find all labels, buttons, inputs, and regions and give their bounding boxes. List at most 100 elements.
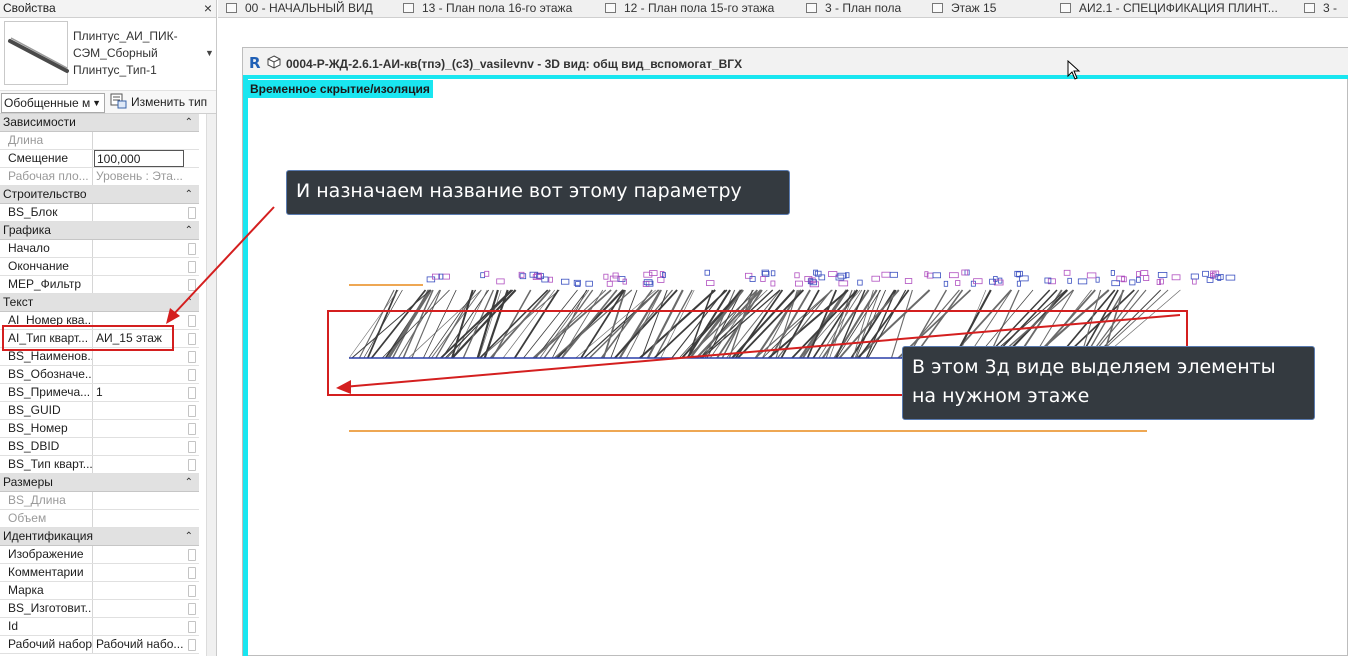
- element-tag-mark: [1190, 273, 1199, 280]
- tab-more[interactable]: 3 -: [1304, 0, 1337, 17]
- property-value[interactable]: [94, 564, 184, 581]
- element-tag-mark: [857, 279, 863, 286]
- property-value[interactable]: Рабочий набо...: [94, 636, 184, 653]
- property-row[interactable]: Id: [0, 618, 199, 636]
- model-element-line: [554, 289, 633, 359]
- arrow-to-parameter: [166, 206, 275, 324]
- view-title-bar[interactable]: R 0004-Р-ЖД-2.6.1-АИ-кв(тпэ)_(с3)_vasile…: [243, 48, 1348, 79]
- element-tag-mark: [496, 278, 505, 285]
- property-value[interactable]: [94, 456, 184, 473]
- associate-parameter-button[interactable]: [188, 423, 196, 435]
- view-tab-bar: 00 - НАЧАЛЬНЫЙ ВИД 13 - План пола 16-го …: [218, 0, 1348, 18]
- element-tag-mark: [889, 271, 898, 278]
- property-row[interactable]: Объем: [0, 510, 199, 528]
- associate-parameter-button[interactable]: [188, 459, 196, 471]
- associate-parameter-button[interactable]: [188, 585, 196, 597]
- property-value[interactable]: [94, 546, 184, 563]
- collapse-icon[interactable]: ⌃: [185, 474, 193, 491]
- collapse-icon[interactable]: ⌃: [185, 528, 193, 545]
- schedule-icon: [1060, 3, 1071, 13]
- tab-floor-15[interactable]: Этаж 15: [932, 0, 996, 17]
- property-value: [94, 492, 184, 509]
- property-value[interactable]: [94, 438, 184, 455]
- element-tag-mark: [1095, 276, 1100, 283]
- element-tag-mark: [871, 275, 880, 282]
- property-value[interactable]: [94, 582, 184, 599]
- element-tag-mark: [1136, 276, 1141, 283]
- element-tag-mark: [606, 280, 613, 287]
- model-element-line: [654, 289, 693, 359]
- property-row[interactable]: BS_Тип кварт...: [0, 456, 199, 474]
- property-row[interactable]: BS_Примеча... 1: [0, 384, 199, 402]
- element-tag-mark: [998, 277, 1003, 284]
- property-value[interactable]: [94, 618, 184, 635]
- element-tag-mark: [932, 272, 941, 279]
- associate-parameter-button[interactable]: [188, 369, 196, 381]
- model-element-line: [821, 289, 870, 359]
- property-row[interactable]: BS_Длина: [0, 492, 199, 510]
- property-name: BS_Обозначе...: [0, 366, 93, 383]
- property-group-header[interactable]: Размеры ⌃: [0, 474, 199, 492]
- property-name: Рабочий набор: [0, 636, 93, 653]
- tab-label: АИ2.1 - СПЕЦИФИКАЦИЯ ПЛИНТ...: [1079, 1, 1278, 15]
- element-tag-mark: [541, 276, 549, 283]
- element-tag-mark: [744, 272, 753, 279]
- associate-parameter-button[interactable]: [188, 351, 196, 363]
- element-tag-mark: [881, 271, 891, 278]
- tab-schedule[interactable]: АИ2.1 - СПЕЦИФИКАЦИЯ ПЛИНТ...: [1060, 0, 1278, 17]
- element-tag-mark: [1192, 278, 1197, 285]
- element-tag-mark: [643, 279, 653, 286]
- element-tag-mark: [603, 273, 609, 280]
- property-row[interactable]: Рабочий набор Рабочий набо...: [0, 636, 199, 654]
- element-tag-mark: [704, 269, 710, 276]
- associate-parameter-button[interactable]: [188, 405, 196, 417]
- model-element-line: [695, 289, 768, 359]
- plan-icon: [806, 3, 817, 13]
- associate-parameter-button[interactable]: [188, 603, 196, 615]
- property-row[interactable]: Марка: [0, 582, 199, 600]
- element-tag-mark: [643, 271, 653, 278]
- element-tag-mark: [904, 278, 913, 284]
- property-row[interactable]: BS_DBID: [0, 438, 199, 456]
- associate-parameter-button[interactable]: [188, 567, 196, 579]
- property-value[interactable]: 1: [94, 384, 184, 401]
- element-tag-mark: [762, 270, 770, 277]
- element-tag-mark: [560, 278, 570, 285]
- property-row[interactable]: BS_GUID: [0, 402, 199, 420]
- tab-floor-plan-15[interactable]: 12 - План пола 15-го этажа: [605, 0, 774, 17]
- element-tag-mark: [706, 280, 715, 287]
- property-name: Комментарии: [0, 564, 93, 581]
- associate-parameter-button[interactable]: [188, 441, 196, 453]
- element-tag-mark: [1225, 274, 1236, 281]
- callout-line-1: В этом 3д виде выделяем элементы: [912, 356, 1276, 378]
- associate-parameter-button[interactable]: [188, 387, 196, 399]
- property-group-header[interactable]: Идентификация ⌃: [0, 528, 199, 546]
- associate-parameter-button[interactable]: [188, 639, 196, 651]
- property-row[interactable]: Комментарии: [0, 564, 199, 582]
- element-tag-mark: [795, 280, 803, 287]
- callout-assign-parameter: И назначаем название вот этому параметру: [286, 170, 790, 215]
- element-tag-mark: [838, 280, 849, 287]
- property-name: Изображение: [0, 546, 93, 563]
- tab-floor-plan-16[interactable]: 13 - План пола 16-го этажа: [403, 0, 572, 17]
- property-row[interactable]: Изображение: [0, 546, 199, 564]
- property-value[interactable]: [94, 366, 184, 383]
- property-name: BS_Тип кварт...: [0, 456, 93, 473]
- element-tag-mark: [480, 272, 485, 279]
- element-tag-mark: [837, 272, 847, 279]
- tab-floor-plan-3[interactable]: 3 - План пола: [806, 0, 901, 17]
- mouse-cursor-icon: [1067, 60, 1081, 80]
- element-tag-mark: [484, 270, 490, 277]
- property-value[interactable]: [94, 402, 184, 419]
- property-row[interactable]: BS_Изготовит...: [0, 600, 199, 618]
- associate-parameter-button[interactable]: [188, 549, 196, 561]
- property-name: Объем: [0, 510, 93, 527]
- associate-parameter-button[interactable]: [188, 621, 196, 633]
- property-value[interactable]: [94, 420, 184, 437]
- property-row[interactable]: BS_Обозначе...: [0, 366, 199, 384]
- element-tag-mark: [1077, 278, 1088, 285]
- property-row[interactable]: BS_Номер: [0, 420, 199, 438]
- element-tag-mark: [955, 280, 961, 286]
- property-value[interactable]: [94, 600, 184, 617]
- element-tag-mark: [770, 270, 776, 277]
